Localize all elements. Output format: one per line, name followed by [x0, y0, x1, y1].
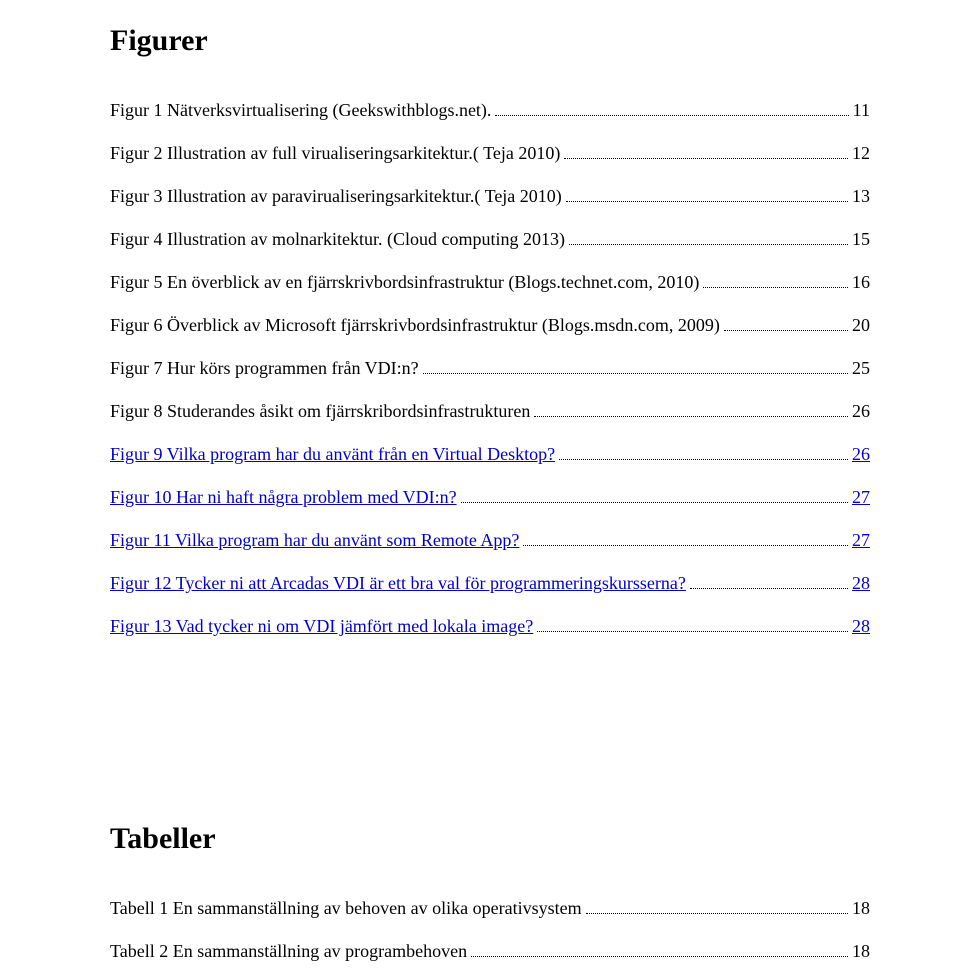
toc-label: Figur 2 Illustration av full virualiseri… [110, 140, 560, 167]
toc-dot-leader [586, 898, 848, 914]
tables-toc-list: Tabell 1 En sammanställning av behoven a… [110, 895, 870, 965]
toc-dot-leader [423, 358, 848, 374]
toc-dot-leader [559, 444, 848, 460]
toc-row: Tabell 2 En sammanställning av programbe… [110, 938, 870, 965]
toc-row[interactable]: Figur 10 Har ni haft några problem med V… [110, 484, 870, 511]
toc-dot-leader [724, 315, 848, 331]
toc-label: Figur 7 Hur körs programmen från VDI:n? [110, 355, 419, 382]
toc-page-number: 28 [852, 570, 870, 597]
toc-row: Figur 6 Överblick av Microsoft fjärrskri… [110, 312, 870, 339]
toc-page-number: 11 [853, 97, 870, 124]
toc-dot-leader [537, 616, 848, 632]
toc-dot-leader [495, 100, 848, 116]
toc-page-number: 26 [852, 398, 870, 425]
toc-label: Figur 9 Vilka program har du använt från… [110, 441, 555, 468]
toc-label: Figur 12 Tycker ni att Arcadas VDI är et… [110, 570, 686, 597]
toc-row: Figur 3 Illustration av paravirualiserin… [110, 183, 870, 210]
toc-page-number: 13 [852, 183, 870, 210]
toc-page-number: 27 [852, 527, 870, 554]
toc-row: Figur 4 Illustration av molnarkitektur. … [110, 226, 870, 253]
toc-dot-leader [523, 530, 848, 546]
toc-page-number: 18 [852, 938, 870, 965]
toc-label: Figur 5 En överblick av en fjärrskrivbor… [110, 269, 699, 296]
section-gap [110, 656, 870, 816]
toc-label: Figur 11 Vilka program har du använt som… [110, 527, 519, 554]
tables-heading: Tabeller [110, 816, 870, 861]
toc-dot-leader [534, 401, 848, 417]
toc-row: Figur 1 Nätverksvirtualisering (Geekswit… [110, 97, 870, 124]
toc-dot-leader [564, 143, 848, 159]
toc-row: Tabell 1 En sammanställning av behoven a… [110, 895, 870, 922]
toc-page-number: 25 [852, 355, 870, 382]
toc-label: Figur 1 Nätverksvirtualisering (Geekswit… [110, 97, 491, 124]
toc-page-number: 28 [852, 613, 870, 640]
toc-row[interactable]: Figur 11 Vilka program har du använt som… [110, 527, 870, 554]
toc-label: Figur 4 Illustration av molnarkitektur. … [110, 226, 565, 253]
toc-dot-leader [703, 272, 848, 288]
toc-dot-leader [461, 487, 848, 503]
toc-row: Figur 8 Studerandes åsikt om fjärrskribo… [110, 398, 870, 425]
toc-label: Figur 13 Vad tycker ni om VDI jämfört me… [110, 613, 533, 640]
toc-row[interactable]: Figur 9 Vilka program har du använt från… [110, 441, 870, 468]
toc-row: Figur 5 En överblick av en fjärrskrivbor… [110, 269, 870, 296]
toc-row[interactable]: Figur 12 Tycker ni att Arcadas VDI är et… [110, 570, 870, 597]
toc-page-number: 26 [852, 441, 870, 468]
toc-row: Figur 7 Hur körs programmen från VDI:n? 2… [110, 355, 870, 382]
toc-label: Tabell 1 En sammanställning av behoven a… [110, 895, 582, 922]
toc-page-number: 18 [852, 895, 870, 922]
toc-dot-leader [569, 229, 848, 245]
toc-dot-leader [471, 941, 848, 957]
toc-label: Figur 3 Illustration av paravirualiserin… [110, 183, 562, 210]
toc-page-number: 15 [852, 226, 870, 253]
toc-dot-leader [690, 573, 848, 589]
figures-heading: Figurer [110, 18, 870, 63]
toc-page-number: 16 [852, 269, 870, 296]
toc-page-number: 27 [852, 484, 870, 511]
toc-row: Figur 2 Illustration av full virualiseri… [110, 140, 870, 167]
toc-row[interactable]: Figur 13 Vad tycker ni om VDI jämfört me… [110, 613, 870, 640]
toc-label: Tabell 2 En sammanställning av programbe… [110, 938, 467, 965]
toc-dot-leader [566, 186, 848, 202]
toc-page-number: 12 [852, 140, 870, 167]
toc-page-number: 20 [852, 312, 870, 339]
toc-label: Figur 6 Överblick av Microsoft fjärrskri… [110, 312, 720, 339]
toc-label: Figur 10 Har ni haft några problem med V… [110, 484, 457, 511]
toc-label: Figur 8 Studerandes åsikt om fjärrskribo… [110, 398, 530, 425]
figures-toc-list: Figur 1 Nätverksvirtualisering (Geekswit… [110, 97, 870, 640]
